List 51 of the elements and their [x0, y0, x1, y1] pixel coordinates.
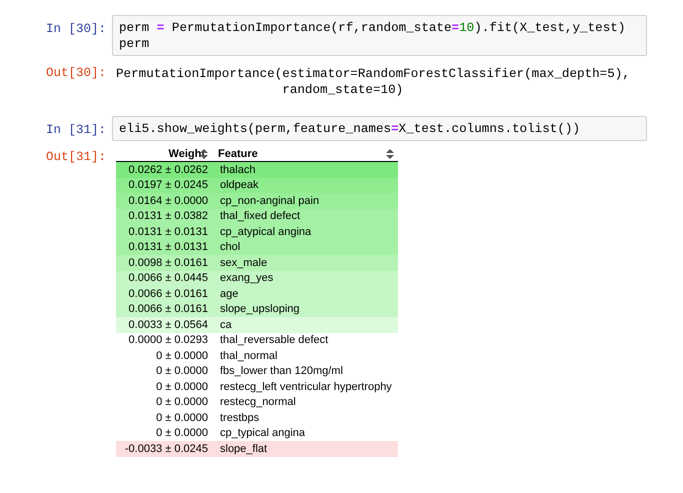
column-header[interactable]: Feature [218, 148, 258, 160]
feature-cell-text: ca [219, 318, 232, 331]
feature-cell-text: thal_reversable defect [219, 334, 328, 346]
weight-cell-text: 0.0066 ± 0.0445 [128, 272, 208, 284]
weight-cell-text: 0 ± 0.0000 [155, 396, 208, 408]
cell-prompt: Out[30]: [44, 65, 107, 80]
weight-cell-text: -0.0033 ± 0.0245 [124, 442, 208, 455]
feature-cell-text: slope_upsloping [219, 303, 300, 316]
feature-cell-text: fbs_lower than 120mg/ml [219, 365, 343, 378]
feature-cell-text: thal_normal [219, 350, 278, 362]
weight-cell-text: 0.0066 ± 0.0161 [128, 303, 208, 316]
weight-cell-text: 0.0098 ± 0.0161 [128, 256, 208, 269]
feature-cell-text: restecg_normal [219, 396, 296, 408]
output-line: random_state=10) [281, 82, 404, 98]
weight-cell-text: 0.0000 ± 0.0293 [128, 334, 208, 346]
feature-cell-text: chol [219, 241, 240, 254]
weight-cell-text: 0.0131 ± 0.0131 [128, 226, 208, 238]
weight-cell-text: 0 ± 0.0000 [155, 380, 208, 393]
weight-cell-text: 0.0033 ± 0.0564 [128, 318, 208, 331]
weight-cell-text: 0 ± 0.0000 [155, 412, 208, 424]
code-line: perm = PermutationImportance(rf,random_state=10).fit(X_test,y_test) [119, 20, 626, 36]
weight-cell-text: 0 ± 0.0000 [155, 365, 208, 378]
feature-cell-text: exang_yes [219, 272, 274, 284]
weight-cell-text: 0 ± 0.0000 [155, 350, 208, 362]
output-line: PermutationImportance(estimator=RandomForestClassifier(max_depth=5), [116, 66, 630, 82]
feature-cell-text: trestbps [219, 412, 260, 424]
feature-cell-text: sex_male [219, 256, 268, 269]
feature-cell-text: age [219, 288, 238, 300]
cell-prompt: In [31]: [44, 122, 107, 137]
code-line: eli5.show_weights(perm,feature_names=X_test.columns.tolist()) [119, 121, 582, 137]
feature-cell-text: slope_flat [219, 442, 268, 455]
feature-cell-text: cp_atypical angina [219, 226, 312, 238]
feature-cell-text: cp_non-anginal pain [219, 194, 320, 207]
weight-cell-text: 0.0197 ± 0.0245 [128, 179, 208, 192]
weight-cell-text: 0 ± 0.0000 [155, 427, 208, 440]
code-line: perm [119, 36, 150, 52]
feature-cell-text: thal_fixed defect [219, 210, 300, 222]
feature-cell-text: thalach [219, 164, 256, 176]
sort-icon[interactable] [386, 148, 394, 158]
feature-cell-text: oldpeak [219, 179, 259, 192]
weight-cell-text: 0.0131 ± 0.0131 [128, 241, 208, 254]
cell-prompt: Out[31]: [44, 149, 107, 164]
feature-cell-text: restecg_left ventricular hypertrophy [219, 380, 392, 393]
weight-cell-text: 0.0066 ± 0.0161 [128, 288, 208, 300]
code-cell[interactable]: eli5.show_weights(perm,feature_names=X_test.columns.tolist()) [112, 116, 647, 141]
feature-cell-text: cp_typical angina [219, 427, 306, 440]
weight-cell-text: 0.0131 ± 0.0382 [128, 210, 208, 222]
weight-cell-text: 0.0262 ± 0.0262 [128, 164, 208, 176]
code-cell[interactable]: perm = PermutationImportance(rf,random_state=10).fit(X_test,y_test) perm [112, 15, 647, 56]
cell-prompt: In [30]: [44, 21, 107, 36]
weight-cell-text: 0.0164 ± 0.0000 [128, 194, 208, 207]
